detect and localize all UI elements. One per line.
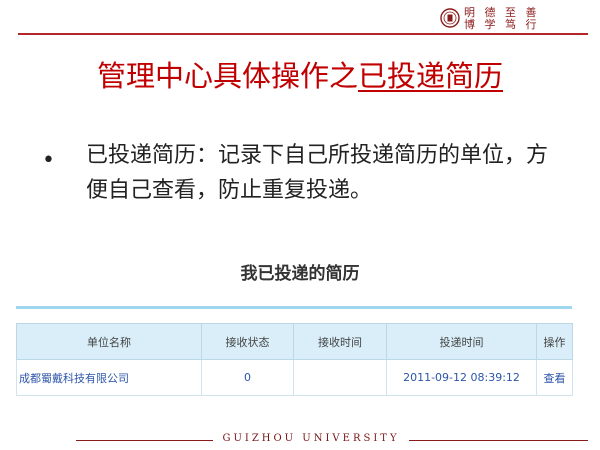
seal-icon: [440, 8, 460, 28]
company-link[interactable]: 成都蜀戴科技有限公司: [16, 359, 202, 396]
sent-time-cell: 2011-09-12 08:39:12: [386, 359, 537, 396]
table-row: 成都蜀戴科技有限公司 0 2011-09-12 08:39:12 查看: [16, 359, 573, 396]
header-divider: [18, 33, 588, 35]
title-prefix: 管理中心具体操作之: [96, 59, 358, 93]
motto-line-2: 博 学 笃 行: [464, 18, 540, 31]
motto: 明 德 至 善 博 学 笃 行: [464, 7, 594, 31]
title-underlined: 已投递简历: [358, 59, 504, 93]
resume-table: 单位名称 接收状态 接收时间 投递时间 操作 成都蜀戴科技有限公司 0 2011…: [16, 323, 573, 396]
footer-line-right: [408, 440, 588, 441]
received-time-cell: [293, 359, 387, 396]
column-header-received-time: 接收时间: [293, 323, 387, 360]
footer-line-left: [76, 440, 214, 441]
embedded-heading: 我已投递的简历: [240, 264, 360, 284]
footer-university-name: GUIZHOU UNIVERSITY: [213, 432, 409, 446]
status-cell: 0: [201, 359, 294, 396]
column-header-action: 操作: [536, 323, 573, 360]
embedded-divider: [16, 306, 572, 309]
column-header-status: 接收状态: [201, 323, 294, 360]
bullet-text: 已投递简历：记录下自己所投递简历的单位，方便自己查看，防止重复投递。: [86, 143, 549, 203]
slide: 明 德 至 善 博 学 笃 行 管理中心具体操作之已投递简历 • 已投递简历：记…: [0, 0, 600, 450]
bullet-marker: •: [42, 148, 55, 173]
view-button[interactable]: 查看: [536, 359, 573, 396]
column-header-company: 单位名称: [16, 323, 202, 360]
slide-title: 管理中心具体操作之已投递简历: [0, 56, 600, 96]
table-header-row: 单位名称 接收状态 接收时间 投递时间 操作: [16, 323, 573, 360]
university-logo: 明 德 至 善 博 学 笃 行: [440, 6, 590, 32]
column-header-sent-time: 投递时间: [386, 323, 537, 360]
